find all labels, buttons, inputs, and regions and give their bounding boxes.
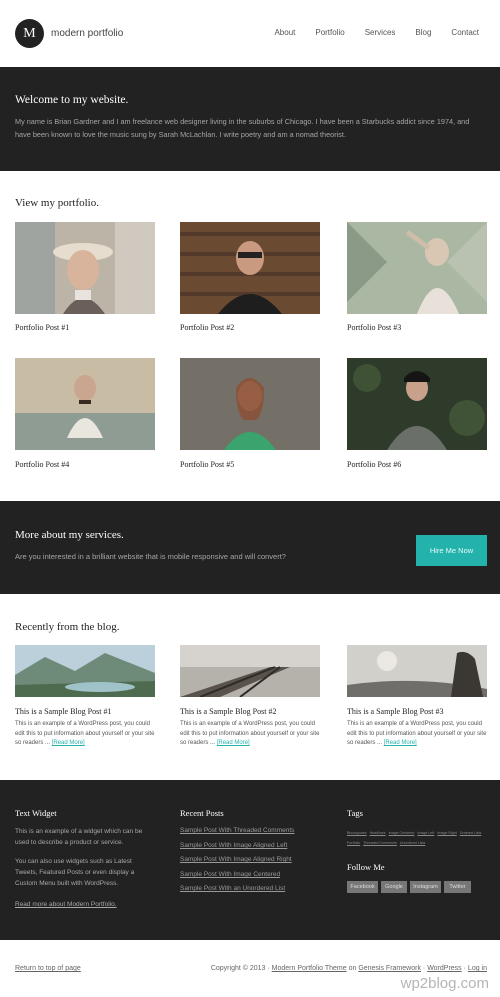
text-widget-title: Text Widget	[15, 808, 57, 818]
read-more-modern-portfolio-link[interactable]: Read more about Modern Portfolio.	[15, 901, 117, 908]
welcome-text: My name is Brian Gardner and I am freela…	[15, 117, 470, 139]
blog-excerpt-3: This is an example of a WordPress post, …	[347, 720, 489, 749]
tags-title: Tags	[347, 808, 363, 818]
portfolio-image-3[interactable]	[347, 222, 487, 314]
tag-link[interactable]: Blockquotes	[347, 831, 367, 835]
blog-post-title-1[interactable]: This is a Sample Blog Post #1	[15, 707, 111, 716]
welcome-section: Welcome to my website. My name is Brian …	[0, 67, 500, 171]
portfolio-image-4[interactable]	[15, 358, 155, 450]
tag-link[interactable]: Ordered Lists	[460, 831, 482, 835]
follow-me-title: Follow Me	[347, 862, 385, 872]
portfolio-caption-2[interactable]: Portfolio Post #2	[180, 323, 234, 332]
recent-post-link-5[interactable]: Sample Post With an Unordered List	[180, 885, 285, 892]
blog-section-title: Recently from the blog.	[15, 621, 120, 633]
site-header: M modern portfolio About Portfolio Servi…	[0, 0, 500, 67]
read-more-link-2[interactable]: [Read More]	[217, 740, 250, 746]
text-widget-p2: You can also use widgets such as Latest …	[15, 858, 135, 887]
on-text: on	[346, 965, 359, 972]
return-to-top-link[interactable]: Return to top of page	[15, 965, 81, 972]
blog-post-title-3[interactable]: This is a Sample Blog Post #3	[347, 707, 443, 716]
services-text: Are you interested in a brilliant websit…	[15, 552, 286, 561]
footer-credits: Copyright © 2013 · Modern Portfolio Them…	[211, 965, 487, 972]
twitter-button[interactable]: Twitter	[444, 881, 471, 893]
tag-link[interactable]: Image Right	[437, 831, 456, 835]
tag-link[interactable]: Image Left	[417, 831, 434, 835]
text-widget-p1: This is an example of a widget which can…	[15, 828, 143, 846]
facebook-button[interactable]: Facebook	[347, 881, 378, 893]
tag-link[interactable]: Headlines	[370, 831, 386, 835]
recent-posts-title: Recent Posts	[180, 808, 224, 818]
recent-post-link-4[interactable]: Sample Post With Image Centered	[180, 871, 280, 878]
tag-cloud: Blockquotes Headlines Image Centered Ima…	[347, 828, 489, 848]
portfolio-image-2[interactable]	[180, 222, 320, 314]
portfolio-title: View my portfolio.	[15, 197, 99, 209]
read-more-link-3[interactable]: [Read More]	[384, 740, 417, 746]
portfolio-caption-5[interactable]: Portfolio Post #5	[180, 460, 234, 469]
tag-link[interactable]: Image Centered	[389, 831, 415, 835]
tag-link[interactable]: Unordered Lists	[400, 841, 425, 845]
text-widget-link-wrap: Read more about Modern Portfolio.	[15, 899, 155, 910]
portfolio-image-6[interactable]	[347, 358, 487, 450]
blog-image-2[interactable]	[180, 645, 320, 697]
watermark: wp2blog.com	[400, 975, 489, 992]
services-title: More about my services.	[15, 529, 124, 541]
login-link[interactable]: Log in	[468, 965, 487, 972]
portfolio-image-1[interactable]	[15, 222, 155, 314]
portfolio-caption-3[interactable]: Portfolio Post #3	[347, 323, 401, 332]
copyright-text: Copyright © 2013 ·	[210, 965, 272, 972]
nav-about[interactable]: About	[274, 28, 295, 37]
blog-excerpt-2: This is an example of a WordPress post, …	[180, 720, 322, 749]
portfolio-caption-4[interactable]: Portfolio Post #4	[15, 460, 69, 469]
blog-image-3[interactable]	[347, 645, 487, 697]
instagram-button[interactable]: Instagram	[410, 881, 441, 893]
tag-link[interactable]: Threaded Comments	[363, 841, 397, 845]
hire-me-button[interactable]: Hire Me Now	[416, 535, 487, 566]
portfolio-caption-6[interactable]: Portfolio Post #6	[347, 460, 401, 469]
nav-portfolio[interactable]: Portfolio	[315, 28, 344, 37]
welcome-title: Welcome to my website.	[15, 94, 129, 106]
google-button[interactable]: Google	[381, 881, 407, 893]
read-more-link-1[interactable]: [Read More]	[52, 740, 85, 746]
wordpress-link[interactable]: WordPress	[427, 965, 462, 972]
recent-post-link-2[interactable]: Sample Post With Image Aligned Left	[180, 842, 287, 849]
genesis-framework-link[interactable]: Genesis Framework	[358, 965, 421, 972]
blog-post-title-2[interactable]: This is a Sample Blog Post #2	[180, 707, 276, 716]
site-title[interactable]: modern portfolio	[51, 28, 123, 39]
blog-image-1[interactable]	[15, 645, 155, 697]
nav-blog[interactable]: Blog	[415, 28, 431, 37]
blog-excerpt-1: This is an example of a WordPress post, …	[15, 720, 157, 749]
recent-post-link-1[interactable]: Sample Post With Threaded Comments	[180, 827, 294, 834]
tag-link[interactable]: Portfolio	[347, 841, 360, 845]
recent-post-link-3[interactable]: Sample Post With Image Aligned Right	[180, 856, 292, 863]
theme-link[interactable]: Modern Portfolio Theme	[272, 965, 347, 972]
main-nav: About Portfolio Services Blog Contact	[274, 28, 479, 37]
site-logo[interactable]: M	[15, 19, 44, 48]
portfolio-image-5[interactable]	[180, 358, 320, 450]
nav-contact[interactable]: Contact	[451, 28, 479, 37]
nav-services[interactable]: Services	[365, 28, 396, 37]
portfolio-caption-1[interactable]: Portfolio Post #1	[15, 323, 69, 332]
